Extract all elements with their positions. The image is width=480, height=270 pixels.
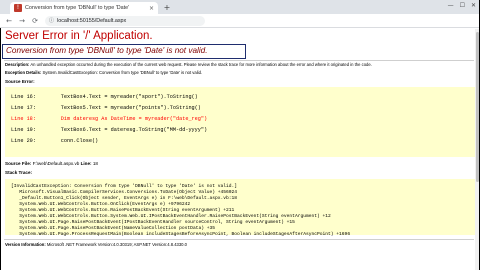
error-subtitle: Conversion from type 'DBNull' to type 'D… [6, 46, 208, 55]
source-error-label: Source Error: [5, 79, 35, 84]
new-tab-button[interactable]: + [162, 3, 172, 13]
back-button[interactable]: ← [4, 16, 14, 26]
exception-text: System.InvalidCastException: Conversion … [41, 70, 203, 75]
error-favicon-icon: ! [14, 4, 22, 12]
reload-button[interactable]: ⟳ [30, 16, 40, 26]
error-page: Server Error in '/' Application. Convers… [0, 29, 480, 270]
forward-button[interactable]: → [17, 16, 27, 26]
source-file-path: F:\web\Default.aspx.vb [31, 161, 80, 166]
browser-window: ! Conversion from type 'DBNull' to type … [0, 0, 480, 270]
browser-toolbar: ← → ⟳ ⓘ localhost:50155/Default.aspx [0, 14, 480, 28]
line-label: Line: [79, 161, 92, 166]
tab-title: Conversion from type 'DBNull' to type 'D… [25, 5, 130, 11]
page-title: Server Error in '/' Application. [5, 30, 153, 42]
source-line: Line 17: TextBox5.Text = myreader("point… [11, 105, 201, 111]
site-info-icon[interactable]: ⓘ [49, 17, 54, 24]
stack-line: [InvalidCastException: Conversion from t… [11, 184, 238, 189]
line-number: 18 [91, 161, 98, 166]
address-bar[interactable]: ⓘ localhost:50155/Default.aspx [45, 15, 205, 26]
source-line: Line 16: TextBox4.Text = myreader("sport… [11, 94, 198, 100]
maximize-button[interactable]: ☐ [460, 2, 465, 9]
stack-line: _Default.Button1_Click(Object sender, Ev… [11, 196, 238, 201]
source-line: Line 20: conn.Close() [11, 138, 99, 144]
window-controls: — ☐ ✕ [448, 2, 476, 9]
version-label: Version Information: [5, 242, 46, 247]
tab-close-icon[interactable]: × [149, 5, 154, 12]
url-text[interactable]: localhost:50155/Default.aspx [57, 18, 126, 24]
version-information: Version Information: Microsoft .NET Fram… [5, 242, 187, 247]
close-window-button[interactable]: ✕ [471, 2, 476, 9]
stack-line: System.Web.UI.Page.ProcessRequestMain(Bo… [11, 232, 351, 237]
source-file-info: Source File: F:\web\Default.aspx.vb Line… [5, 161, 98, 166]
stack-line: System.Web.UI.WebControls.Button.System.… [11, 214, 331, 219]
minimize-button[interactable]: — [448, 2, 454, 9]
stack-line: System.Web.UI.WebControls.Button.OnClick… [11, 202, 191, 207]
stack-trace-label: Stack Trace: [5, 170, 33, 175]
exception-details: Exception Details: System.InvalidCastExc… [5, 70, 202, 75]
description-text: An unhandled exception occurred during t… [29, 62, 372, 67]
divider [4, 60, 474, 61]
version-text: Microsoft .NET Framework Version:4.0.303… [45, 242, 188, 247]
tab-strip: ! Conversion from type 'DBNull' to type … [0, 0, 480, 14]
source-code-box: Line 16: TextBox4.Text = myreader("sport… [5, 87, 475, 157]
stack-trace-box: [InvalidCastException: Conversion from t… [5, 179, 475, 237]
stack-line: Microsoft.VisualBasic.CompilerServices.C… [11, 190, 238, 195]
description: Description: An unhandled exception occu… [5, 62, 372, 67]
source-file-label: Source File: [5, 161, 32, 166]
browser-tab[interactable]: ! Conversion from type 'DBNull' to type … [10, 2, 158, 14]
stack-line: System.Web.UI.Page.RaisePostBackEvent(Na… [11, 226, 215, 231]
description-label: Description: [5, 62, 30, 67]
source-line-error: Line 18: Dim dateresg As DateTime = myre… [11, 116, 208, 122]
source-line: Line 19: TextBox6.Text = dateresg.ToStri… [11, 127, 208, 133]
stack-line: System.Web.UI.WebControls.Button.RaisePo… [11, 208, 235, 213]
stack-line: System.Web.UI.Page.RaisePostBackEvent(IP… [11, 220, 295, 225]
exception-label: Exception Details: [5, 70, 42, 75]
divider [4, 239, 474, 240]
